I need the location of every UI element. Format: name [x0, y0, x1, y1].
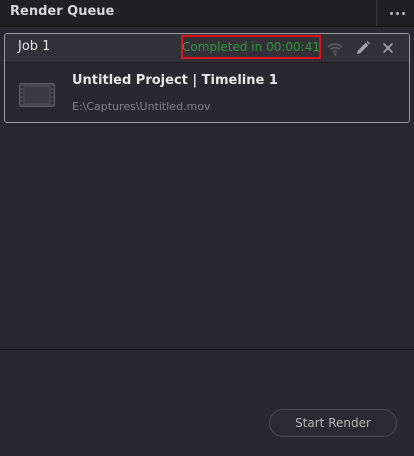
render-job-card[interactable]: Job 1 Completed in 00:00:41 Untitled Pro… — [4, 33, 410, 123]
job-details: Untitled Project | Timeline 1 E:\Capture… — [5, 62, 409, 122]
remove-job-button[interactable] — [378, 38, 398, 58]
header-divider — [376, 0, 377, 26]
edit-job-button[interactable] — [353, 38, 373, 58]
more-options-button[interactable] — [380, 0, 414, 26]
more-horizontal-icon — [389, 11, 405, 15]
panel-title: Render Queue — [10, 4, 115, 19]
panel-header: Render Queue — [0, 0, 414, 27]
remote-render-button[interactable] — [325, 38, 345, 58]
wireless-icon — [327, 43, 343, 56]
close-icon — [383, 43, 393, 53]
job-title: Untitled Project | Timeline 1 — [72, 73, 278, 88]
render-queue-panel: Render Queue Job 1 Completed in 00:00:41 — [0, 0, 414, 456]
start-render-button[interactable]: Start Render — [269, 409, 397, 437]
job-status: Completed in 00:00:41 — [181, 35, 321, 59]
footer-divider — [0, 349, 414, 350]
job-header: Job 1 Completed in 00:00:41 — [5, 34, 409, 63]
job-name: Job 1 — [18, 39, 51, 54]
job-output-path: E:\Captures\Untitled.mov — [72, 100, 211, 113]
film-clip-icon — [19, 83, 55, 107]
pencil-icon — [357, 41, 370, 54]
